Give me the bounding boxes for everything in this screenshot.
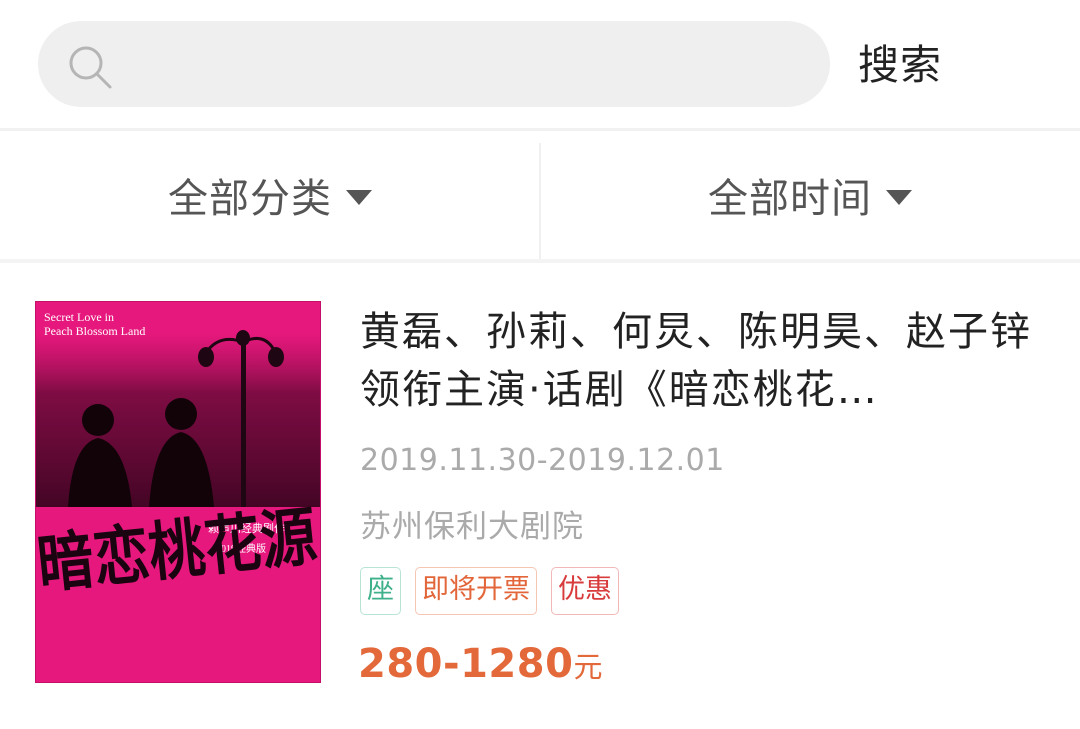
- filter-separator: [539, 143, 541, 259]
- poster-artwork: Secret Love in Peach Blossom Land 赖声川经典剧…: [36, 302, 320, 682]
- event-list-item[interactable]: Secret Love in Peach Blossom Land 赖声川经典剧…: [0, 263, 1080, 729]
- price-range: 280-1280: [358, 641, 574, 687]
- seat-tag: 座: [360, 567, 401, 615]
- search-input[interactable]: [38, 21, 830, 107]
- category-filter-label: 全部分类: [168, 176, 332, 222]
- caret-down-icon: [346, 189, 372, 205]
- upcoming-sale-tag: 即将开票: [415, 567, 537, 615]
- event-price: 280-1280元: [358, 641, 602, 687]
- discount-tag: 优惠: [551, 567, 619, 615]
- event-poster[interactable]: Secret Love in Peach Blossom Land 赖声川经典剧…: [35, 301, 321, 683]
- search-bar: 搜索: [0, 0, 1080, 128]
- time-filter[interactable]: 全部时间: [540, 131, 1080, 259]
- poster-english-title-line1: Secret Love in: [44, 310, 114, 324]
- time-filter-label: 全部时间: [708, 176, 872, 222]
- category-filter[interactable]: 全部分类: [0, 131, 540, 259]
- event-title[interactable]: 黄磊、孙莉、何炅、陈明昊、赵子锌领衔主演·话剧《暗恋桃花…: [360, 303, 1040, 419]
- event-date: 2019.11.30-2019.12.01: [360, 443, 725, 478]
- price-unit: 元: [573, 650, 603, 684]
- caret-down-icon: [886, 189, 912, 205]
- event-venue: 苏州保利大剧院: [360, 509, 584, 545]
- search-button[interactable]: 搜索: [858, 38, 942, 92]
- event-tags: 座 即将开票 优惠: [360, 567, 619, 615]
- poster-english-title-line2: Peach Blossom Land: [44, 324, 145, 338]
- search-icon: [69, 46, 112, 89]
